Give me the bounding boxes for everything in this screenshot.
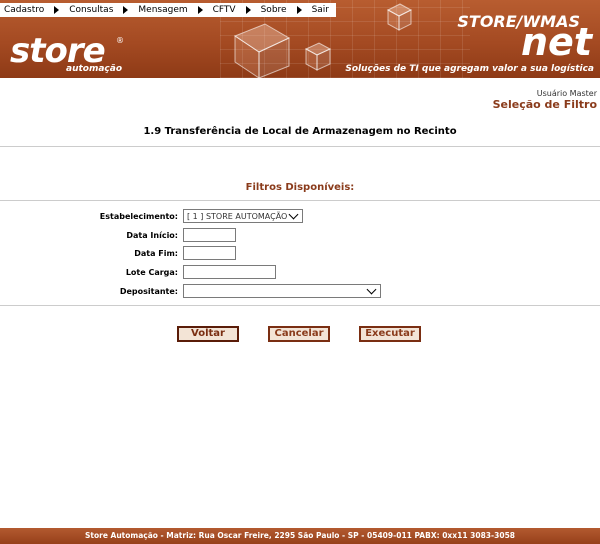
executar-button[interactable]: Executar bbox=[359, 326, 421, 342]
user-name: Usuário Master bbox=[536, 89, 597, 98]
menu-item-label: Mensagem bbox=[138, 5, 188, 15]
chevron-down-icon bbox=[288, 209, 299, 219]
store-logo: store bbox=[10, 31, 106, 71]
depositante-select[interactable] bbox=[183, 284, 381, 298]
arrow-right-icon bbox=[54, 6, 60, 14]
depositante-label: Depositante: bbox=[119, 287, 178, 296]
arrow-right-icon bbox=[197, 6, 203, 14]
menu-item-cftv[interactable]: CFTV bbox=[213, 5, 261, 15]
arrow-right-icon bbox=[296, 6, 302, 14]
form-row-depositante: Depositante: bbox=[0, 284, 600, 302]
menu-item-label: Sobre bbox=[260, 5, 287, 15]
arrow-right-icon bbox=[123, 6, 129, 14]
menu-item-label: Cadastro bbox=[4, 5, 45, 15]
filters-title: Filtros Disponíveis: bbox=[245, 182, 355, 193]
form-row-lote-carga: Lote Carga: bbox=[0, 265, 600, 283]
divider bbox=[0, 305, 600, 306]
header-banner: Cadastro Consultas Mensagem CFTV Sobre S… bbox=[0, 0, 600, 78]
menu-item-label: Consultas bbox=[69, 5, 114, 15]
lote-carga-input[interactable] bbox=[183, 265, 276, 279]
logo-subtitle: automação bbox=[66, 64, 123, 74]
menu-item-cadastro[interactable]: Cadastro bbox=[4, 5, 69, 15]
top-menu-bar: Cadastro Consultas Mensagem CFTV Sobre S… bbox=[0, 3, 336, 17]
voltar-button[interactable]: Voltar bbox=[177, 326, 239, 342]
data-inicio-input[interactable] bbox=[183, 228, 236, 242]
estabelecimento-selected-value: [ 1 ] STORE AUTOMAÇÃO bbox=[187, 211, 288, 221]
header-tagline: Soluções de TI que agregam valor a sua l… bbox=[345, 64, 594, 74]
registered-mark: ® bbox=[116, 36, 124, 45]
divider bbox=[0, 146, 600, 147]
form-row-data-inicio: Data Início: bbox=[0, 228, 600, 246]
menu-item-label: Sair bbox=[311, 5, 330, 15]
estabelecimento-label: Estabelecimento: bbox=[99, 212, 178, 221]
cancelar-button[interactable]: Cancelar bbox=[268, 326, 330, 342]
data-fim-input[interactable] bbox=[183, 246, 236, 260]
form-row-data-fim: Data Fim: bbox=[0, 246, 600, 264]
data-inicio-label: Data Início: bbox=[126, 231, 178, 240]
cube-icon bbox=[304, 42, 332, 71]
lote-carga-label: Lote Carga: bbox=[125, 268, 178, 277]
menu-item-sair[interactable]: Sair bbox=[312, 5, 329, 15]
menu-item-sobre[interactable]: Sobre bbox=[261, 5, 312, 15]
brand-net: net bbox=[521, 20, 592, 64]
menu-item-label: CFTV bbox=[212, 5, 236, 15]
arrow-right-icon bbox=[245, 6, 251, 14]
chevron-down-icon bbox=[366, 284, 377, 294]
cube-icon bbox=[233, 23, 291, 78]
cube-icon bbox=[386, 3, 413, 31]
page-name: Seleção de Filtro bbox=[492, 98, 597, 111]
menu-item-consultas[interactable]: Consultas bbox=[69, 5, 138, 15]
estabelecimento-select[interactable]: [ 1 ] STORE AUTOMAÇÃO bbox=[183, 209, 303, 223]
footer-address: Store Automação - Matriz: Rua Oscar Frei… bbox=[0, 528, 600, 544]
menu-item-mensagem[interactable]: Mensagem bbox=[138, 5, 212, 15]
data-fim-label: Data Fim: bbox=[134, 249, 178, 258]
page-title: 1.9 Transferência de Local de Armazenage… bbox=[143, 126, 457, 137]
form-row-estabelecimento: Estabelecimento: [ 1 ] STORE AUTOMAÇÃO bbox=[0, 209, 600, 227]
divider bbox=[0, 200, 600, 201]
